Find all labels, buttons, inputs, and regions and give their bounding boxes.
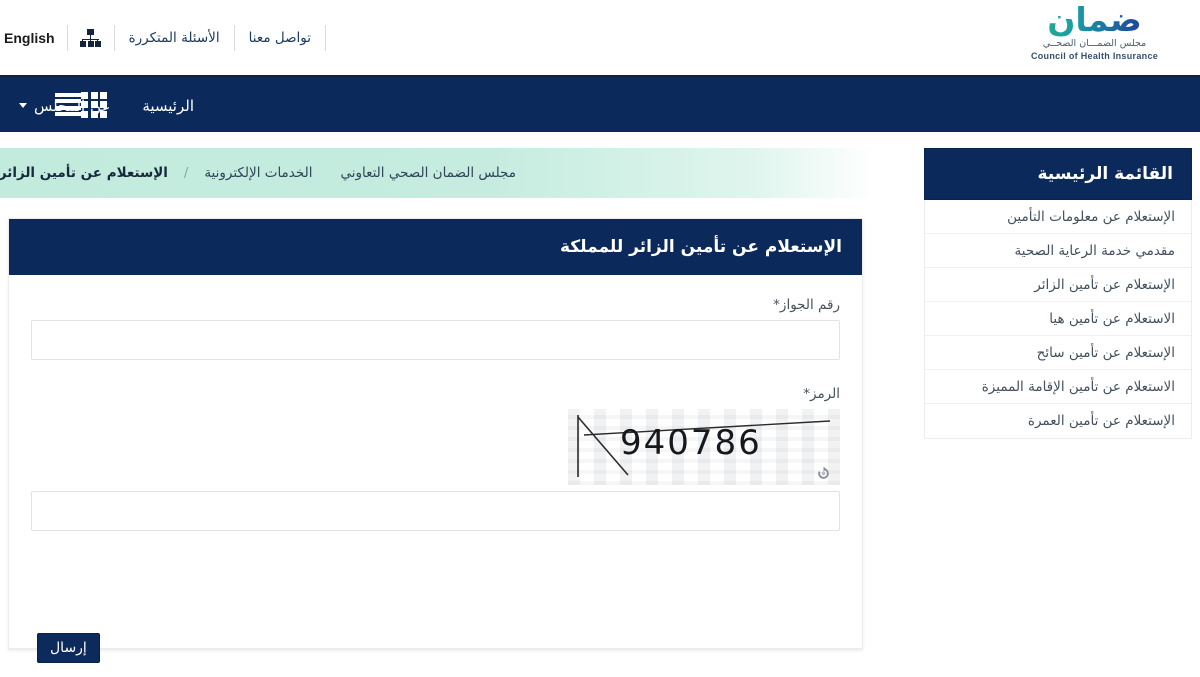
chevron-down-icon (19, 103, 27, 108)
sidebar-item-premium-residency-insurance[interactable]: الاستعلام عن تأمين الإقامة المميزة (925, 370, 1191, 404)
passport-field-group: رقم الجواز* (31, 297, 840, 360)
logo-wordmark: ضمان (1007, 2, 1182, 38)
sidebar-title: القائمة الرئيسية (924, 148, 1192, 200)
form-panel-title: الإستعلام عن تأمين الزائر للمملكة (9, 219, 862, 275)
captcha-image: 940786 (568, 409, 840, 485)
sitemap-icon[interactable] (79, 28, 102, 47)
breadcrumb-item-home[interactable]: مجلس الضمان الصحي التعاوني (326, 165, 530, 181)
refresh-icon[interactable] (816, 466, 831, 481)
captcha-code-input[interactable] (31, 491, 840, 531)
form-body: رقم الجواز* الرمز* 940786 إرسال (9, 275, 862, 663)
page-root: English الأسئلة المتكررة تواصل معنا ضمان… (0, 0, 1200, 677)
sidebar-menu-list: الإستعلام عن معلومات التأمين مقدمي خدمة … (924, 200, 1192, 439)
passport-number-input[interactable] (31, 320, 840, 360)
sidebar-item-label: الإستعلام عن تأمين الزائر (1034, 276, 1175, 293)
breadcrumb-item-current: الإستعلام عن تأمين الزائر (0, 165, 168, 181)
nav-item-regulations[interactable]: الانظمة واللوائح (0, 77, 3, 134)
utility-divider (325, 24, 327, 51)
sidebar-item-healthcare-providers[interactable]: مقدمي خدمة الرعاية الصحية (925, 234, 1191, 268)
utility-divider (66, 24, 68, 51)
sidebar-item-label: الإستعلام عن تأمين سائح (1036, 344, 1175, 361)
top-utility-bar: English الأسئلة المتكررة تواصل معنا ضمان… (0, 0, 1200, 75)
sidebar: القائمة الرئيسية الإستعلام عن معلومات ال… (924, 148, 1192, 439)
breadcrumb: مجلس الضمان الصحي التعاوني الخدمات الإلك… (0, 148, 530, 198)
faq-link[interactable]: الأسئلة المتكررة (117, 30, 232, 46)
breadcrumb-item-eservices[interactable]: الخدمات الإلكترونية (190, 165, 326, 181)
sidebar-item-insurance-info[interactable]: الإستعلام عن معلومات التأمين (925, 200, 1191, 234)
inquiry-form-card: الإستعلام عن تأمين الزائر للمملكة رقم ال… (8, 218, 863, 663)
sidebar-item-label: الإستعلام عن تأمين العمرة (1027, 413, 1175, 429)
form-divider (9, 648, 862, 649)
nav-item-label: عن المجلس (34, 96, 111, 115)
submit-button[interactable]: إرسال (37, 633, 100, 663)
breadcrumb-separator: / (183, 165, 189, 181)
sidebar-item-umrah-insurance[interactable]: الإستعلام عن تأمين العمرة (925, 404, 1191, 438)
top-utility-left-group: English الأسئلة المتكررة تواصل معنا (0, 0, 328, 75)
captcha-label: الرمز* (803, 386, 840, 402)
utility-divider (233, 24, 235, 51)
sidebar-item-label: الإستعلام عن معلومات التأمين (1007, 208, 1175, 225)
nav-item-label: الرئيسية (142, 96, 194, 115)
nav-item-about-council[interactable]: عن المجلس (3, 77, 126, 134)
sidebar-item-label: مقدمي خدمة الرعاية الصحية (1014, 242, 1175, 259)
nav-item-home[interactable]: الرئيسية (126, 77, 210, 134)
language-switch-link[interactable]: English (0, 30, 65, 46)
nav-menu: الرئيسية عن المجلس الانظمة واللوائح المر… (0, 77, 210, 134)
main-navigation-bar: الرئيسية عن المجلس الانظمة واللوائح المر… (0, 75, 1200, 132)
logo-english-name: Council of Health Insurance (1030, 51, 1159, 61)
utility-divider (113, 24, 115, 51)
contact-us-link[interactable]: تواصل معنا (237, 30, 323, 46)
sidebar-item-tourist-insurance[interactable]: الإستعلام عن تأمين سائح (925, 336, 1191, 370)
captcha-field-group: الرمز* 940786 (31, 386, 840, 531)
sidebar-item-label: الاستعلام عن تأمين الإقامة المميزة (981, 378, 1175, 395)
sidebar-item-visitor-insurance[interactable]: الإستعلام عن تأمين الزائر (925, 268, 1191, 302)
sidebar-item-haya-insurance[interactable]: الاستعلام عن تأمين هيا (925, 302, 1191, 336)
site-logo[interactable]: ضمان مجلس الضمـــان الصحــي Council of H… (1007, 2, 1182, 72)
logo-arabic-name: مجلس الضمـــان الصحــي (1042, 38, 1147, 49)
breadcrumb-band: مجلس الضمان الصحي التعاوني الخدمات الإلك… (0, 148, 875, 198)
passport-label: رقم الجواز* (773, 297, 840, 313)
captcha-code-text: 940786 (620, 423, 762, 463)
sidebar-item-label: الاستعلام عن تأمين هيا (1049, 310, 1175, 327)
captcha-image-row: 940786 (31, 409, 840, 485)
